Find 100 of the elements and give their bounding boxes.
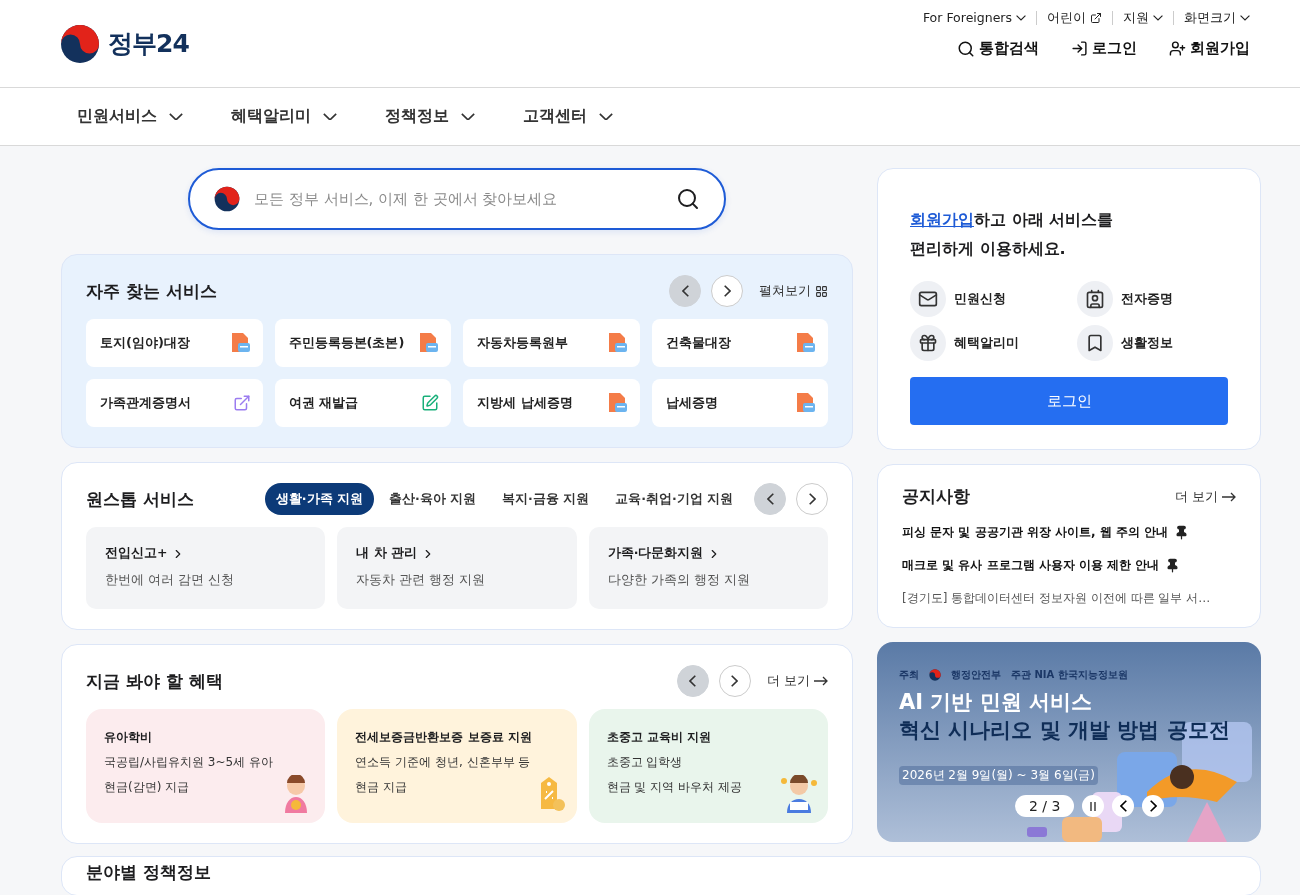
arrow-right-icon	[1222, 491, 1236, 502]
chevron-left-icon	[1119, 800, 1127, 812]
benefit-card[interactable]: 유아학비 국공립/사립유치원 3~5세 유아 현금(감면) 지급	[86, 709, 326, 823]
slide-counter: 2 / 3	[1015, 795, 1075, 817]
card-description: 연소득 기준에 청년, 신혼부부 등	[355, 754, 532, 771]
caret-icon	[1016, 15, 1026, 21]
service-card[interactable]: 가족·다문화지원 다양한 가족의 행정 지원	[588, 527, 828, 609]
section-title: 분야별 정책정보	[86, 861, 212, 884]
quick-service-link[interactable]: 혜택알리미	[910, 325, 1069, 361]
next-button[interactable]	[718, 665, 751, 697]
notice-link[interactable]: [경기도] 통합데이터센터 정보자원 이전에 따른 일부 서…	[902, 590, 1236, 607]
next-button[interactable]	[796, 483, 828, 515]
banner-date: 2026년 2월 9일(월) ~ 3월 6일(금)	[899, 766, 1098, 785]
logo-text[interactable]: 정부24	[108, 27, 189, 60]
nav-menu-item[interactable]: 혜택알리미	[231, 106, 337, 127]
grid-icon	[815, 284, 828, 298]
document-icon	[796, 332, 816, 354]
card-description: 한번에 여러 감면 신청	[105, 572, 235, 589]
search-icon	[957, 39, 975, 58]
search-field[interactable]: 모든 정부 서비스, 이제 한 곳에서 찾아보세요	[252, 170, 664, 228]
service-item[interactable]: 자동차등록원부	[463, 319, 640, 367]
login-button[interactable]: 로그인	[910, 377, 1228, 425]
id-card-icon	[1085, 289, 1105, 309]
more-link[interactable]: 더 보기	[766, 672, 828, 690]
section-title: 원스톱 서비스	[86, 487, 194, 511]
quick-service-link[interactable]: 전자증명	[1077, 281, 1236, 317]
login-icon	[1071, 40, 1088, 57]
chevron-right-icon	[723, 285, 731, 297]
external-link-icon	[232, 394, 251, 412]
card-description: 자동차 관련 행정 지원	[356, 572, 487, 589]
caret-icon	[599, 112, 613, 121]
service-card[interactable]: 전입신고+ 한번에 여러 감면 신청	[86, 527, 326, 609]
service-item[interactable]: 토지(임야)대장	[86, 319, 263, 367]
card-description: 현금 지급	[355, 779, 409, 796]
service-item[interactable]: 여권 재발급	[274, 379, 451, 427]
more-link[interactable]: 더 보기	[1174, 487, 1236, 506]
card-title: 가족·다문화지원	[607, 545, 809, 562]
signup-prompt: 회원가입하고 아래 서비스를 편리하게 이용하세요.	[910, 209, 1115, 260]
quick-service-link[interactable]: 민원신청	[910, 281, 1069, 317]
service-item[interactable]: 가족관계증명서	[86, 379, 263, 427]
emblem-icon	[929, 669, 941, 681]
card-description: 초중고 입학생	[606, 754, 684, 771]
mail-icon	[918, 289, 938, 309]
utility-link[interactable]: 지원	[1112, 11, 1173, 25]
category-tab[interactable]: 교육·취업·기업 지원	[604, 483, 744, 515]
service-card[interactable]: 내 차 관리 자동차 관련 행정 지원	[337, 527, 577, 609]
chevron-right-icon	[731, 675, 739, 687]
utility-link[interactable]: 어린이	[1036, 11, 1112, 25]
document-icon	[230, 332, 251, 354]
notice-link[interactable]: 피싱 문자 및 공공기관 위장 사이트, 웹 주의 안내	[902, 524, 1236, 541]
search-icon[interactable]	[676, 187, 700, 211]
emblem-icon	[214, 186, 240, 212]
notice-link[interactable]: 매크로 및 유사 프로그램 사용자 이용 제한 안내	[902, 557, 1236, 574]
user-plus-icon	[1169, 40, 1186, 57]
next-button[interactable]	[711, 275, 743, 307]
service-item[interactable]: 건축물대장	[651, 319, 828, 367]
document-icon	[796, 392, 816, 414]
card-title: 전입신고+	[105, 545, 307, 562]
caret-icon	[1153, 15, 1163, 21]
figure-icon	[780, 775, 818, 813]
signup-link[interactable]: 회원가입	[910, 210, 974, 229]
chevron-left-icon	[681, 285, 689, 297]
nav-menu-item[interactable]: 민원서비스	[77, 106, 183, 127]
service-item[interactable]: 납세증명	[651, 379, 828, 427]
nav-menu-item[interactable]: 고객센터	[523, 106, 613, 127]
benefit-card[interactable]: 전세보증금반환보증 보증료 지원 연소득 기준에 청년, 신혼부부 등 현금 지급	[337, 709, 577, 823]
banner-headline: AI 기반 민원 서비스	[899, 689, 1093, 716]
chevron-left-icon	[689, 675, 697, 687]
category-tab[interactable]: 출산·육아 지원	[377, 483, 488, 515]
card-description: 현금(감면) 지급	[104, 779, 191, 796]
category-tab[interactable]: 생활·가족 지원	[264, 483, 374, 515]
arrow-right-icon	[814, 676, 828, 686]
header-link[interactable]: 통합검색	[957, 39, 1039, 58]
card-title: 초중고 교육비 지원	[606, 729, 712, 746]
service-item[interactable]: 주민등록등본(초본)	[274, 319, 451, 367]
document-icon	[607, 332, 628, 354]
edit-icon	[421, 394, 439, 412]
chevron-right-icon	[1149, 800, 1157, 812]
pause-icon	[1090, 801, 1097, 811]
expand-link[interactable]: 펼쳐보기	[759, 282, 828, 300]
utility-link[interactable]: For Foreigners	[912, 11, 1036, 25]
search-box[interactable]: 모든 정부 서비스, 이제 한 곳에서 찾아보세요	[188, 168, 726, 230]
service-item[interactable]: 지방세 납세증명	[463, 379, 640, 427]
category-tab[interactable]: 복지·금융 지원	[491, 483, 601, 515]
benefit-card[interactable]: 초중고 교육비 지원 초중고 입학생 현금 및 지역 바우처 제공	[588, 709, 828, 823]
promo-banner[interactable]: 주최 행정안전부 주관 NIA 한국지능정보원 AI 기반 민원 서비스 혁신 시나리오 및 개발 방법 공모전 2026년 2월 9일(월) ~ 3월 6일(금) 2 / 3	[877, 642, 1261, 842]
caret-icon	[1240, 15, 1250, 21]
header-link[interactable]: 로그인	[1071, 39, 1137, 58]
caret-icon	[323, 112, 337, 121]
header-link[interactable]: 회원가입	[1169, 39, 1250, 58]
card-title: 전세보증금반환보증 보증료 지원	[355, 729, 532, 746]
card-title: 내 차 관리	[356, 545, 558, 562]
nav-menu-item[interactable]: 정책정보	[385, 106, 475, 127]
banner-headline: 혁신 시나리오 및 개발 방법 공모전	[899, 717, 1231, 744]
pin-icon	[1174, 525, 1189, 540]
logo-emblem-icon	[60, 23, 100, 64]
utility-link[interactable]: 화면크기	[1173, 11, 1260, 25]
card-description: 국공립/사립유치원 3~5세 유아	[104, 754, 273, 771]
quick-service-link[interactable]: 생활정보	[1077, 325, 1236, 361]
card-description: 다양한 가족의 행정 지원	[607, 572, 751, 589]
